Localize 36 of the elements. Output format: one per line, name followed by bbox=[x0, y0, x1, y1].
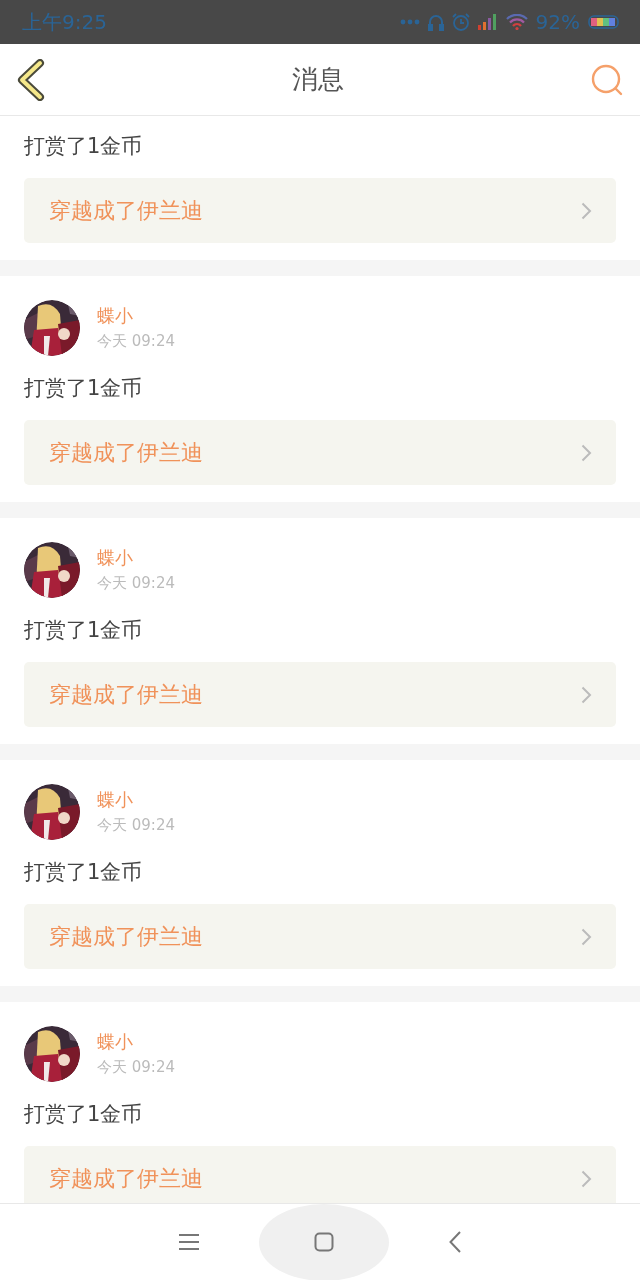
book-link[interactable]: 穿越成了伊兰迪 bbox=[24, 1146, 616, 1203]
message-time: 今天 09:24 bbox=[97, 332, 175, 350]
user-name[interactable]: 蝶小 bbox=[97, 306, 175, 326]
more-icon bbox=[399, 19, 420, 25]
book-link[interactable]: 穿越成了伊兰迪 bbox=[24, 178, 616, 243]
message-text: 打赏了1金币 bbox=[24, 860, 144, 884]
back-icon[interactable] bbox=[16, 58, 46, 101]
battery-icon bbox=[588, 15, 620, 29]
user-name[interactable]: 蝶小 bbox=[97, 548, 175, 568]
message-text: 打赏了1金币 bbox=[24, 376, 144, 400]
back-button[interactable] bbox=[449, 1231, 461, 1253]
alarm-icon bbox=[451, 13, 470, 31]
book-link[interactable]: 穿越成了伊兰迪 bbox=[24, 420, 616, 485]
chevron-icon bbox=[581, 201, 592, 220]
message-time: 今天 09:24 bbox=[97, 574, 175, 592]
signal-icon bbox=[477, 14, 498, 30]
message-text: 打赏了1金币 bbox=[24, 618, 144, 642]
wifi-icon bbox=[505, 14, 528, 30]
message-text: 打赏了1金币 bbox=[24, 1102, 144, 1126]
chevron-icon bbox=[581, 1169, 592, 1188]
user-name[interactable]: 蝶小 bbox=[97, 1032, 175, 1052]
message-time: 今天 09:24 bbox=[97, 1058, 175, 1076]
menu-button[interactable] bbox=[179, 1234, 199, 1250]
message-text: 打赏了1金币 bbox=[24, 134, 144, 158]
user-name[interactable]: 蝶小 bbox=[97, 790, 175, 810]
message-time: 今天 09:24 bbox=[97, 816, 175, 834]
battery-percent: 92% bbox=[535, 10, 580, 34]
status-time: 上午9:25 bbox=[22, 8, 107, 36]
chevron-icon bbox=[581, 927, 592, 946]
page-title: 消息 bbox=[292, 63, 344, 96]
book-link[interactable]: 穿越成了伊兰迪 bbox=[24, 662, 616, 727]
chevron-icon bbox=[581, 443, 592, 462]
square-icon bbox=[314, 1232, 334, 1252]
chevron-icon bbox=[581, 685, 592, 704]
book-link[interactable]: 穿越成了伊兰迪 bbox=[24, 904, 616, 969]
headset-icon bbox=[427, 13, 444, 31]
